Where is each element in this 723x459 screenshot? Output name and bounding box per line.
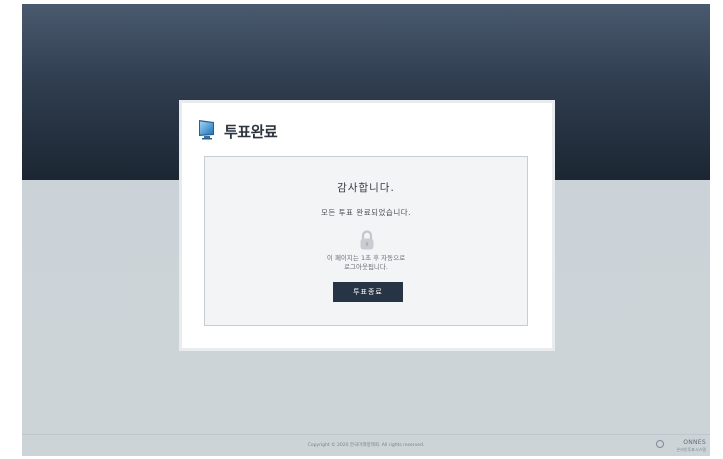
brand-subtitle: 온라인투표시스템 — [676, 447, 706, 452]
completed-message: 모든 투표 완료되었습니다. — [320, 208, 412, 217]
brand-mark-icon — [656, 440, 664, 448]
copyright-text: Copyright © 2020 한국미래정책회. All rights res… — [307, 443, 425, 448]
auto-logout-line-1: 이 페이지는 1초 후 자동으로 — [326, 254, 406, 262]
lock-icon — [359, 229, 375, 251]
thanks-heading: 감사합니다. — [337, 182, 395, 194]
end-vote-button[interactable]: 투표종료 — [333, 282, 403, 302]
brand-name: ONNES — [683, 439, 706, 446]
dialog-title: 투표완료 — [224, 122, 278, 141]
footer-divider — [22, 434, 710, 435]
auto-logout-message: 이 페이지는 1초 후 자동으로 로그아웃됩니다. — [205, 254, 527, 272]
brand-logo: ONNES 온라인투표시스템 — [656, 438, 706, 454]
vote-complete-dialog: 투표완료 감사합니다. 모든 투표 완료되었습니다. 이 페이지는 1초 후 자… — [182, 103, 552, 348]
monitor-icon — [196, 118, 218, 144]
auto-logout-line-2: 로그아웃됩니다. — [344, 263, 388, 271]
dialog-header: 투표완료 — [196, 118, 278, 144]
message-panel: 감사합니다. 모든 투표 완료되었습니다. 이 페이지는 1초 후 자동으로 로… — [204, 156, 528, 326]
